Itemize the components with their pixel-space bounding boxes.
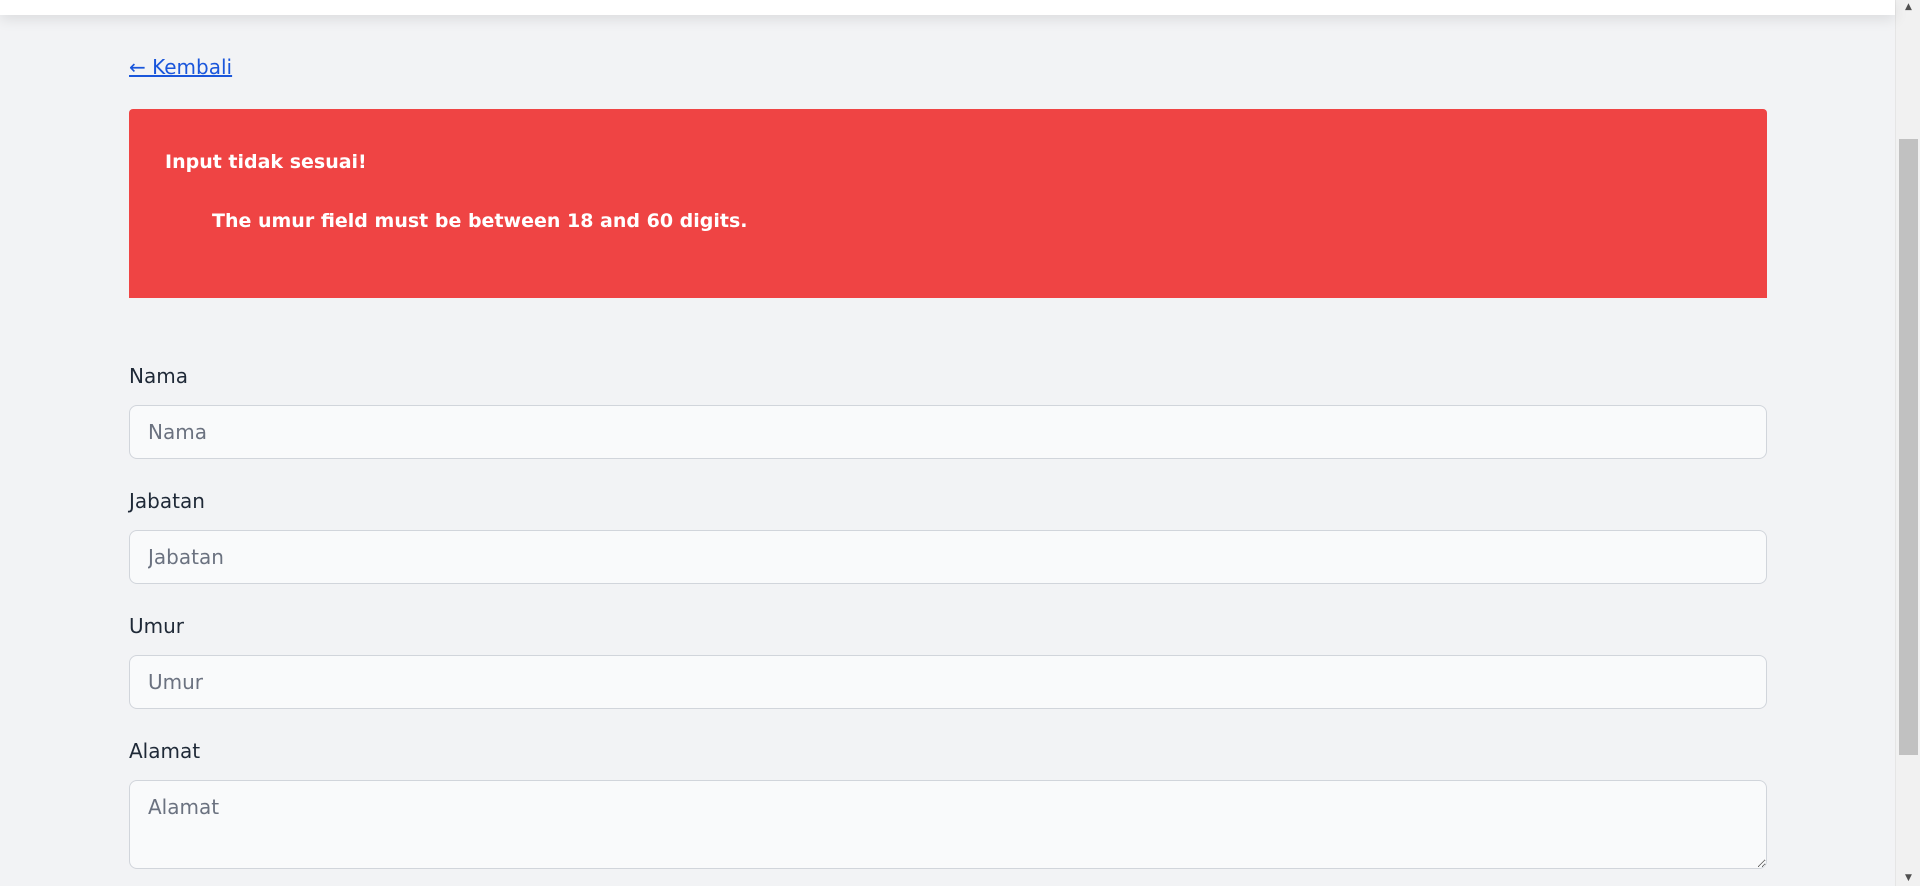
alert-title: Input tidak sesuai! bbox=[165, 151, 367, 173]
nama-label: Nama bbox=[129, 364, 188, 388]
umur-input[interactable] bbox=[129, 655, 1767, 709]
jabatan-label: Jabatan bbox=[129, 489, 205, 513]
vertical-scrollbar[interactable]: ▲ ▼ bbox=[1895, 0, 1920, 886]
scroll-down-arrow-icon[interactable]: ▼ bbox=[1896, 870, 1920, 886]
nama-input[interactable] bbox=[129, 405, 1767, 459]
scrollbar-thumb[interactable] bbox=[1899, 139, 1918, 755]
jabatan-input[interactable] bbox=[129, 530, 1767, 584]
top-navbar bbox=[0, 0, 1895, 15]
alert-message: The umur field must be between 18 and 60… bbox=[212, 210, 748, 232]
error-alert: Input tidak sesuai! The umur field must … bbox=[129, 109, 1767, 298]
scroll-up-arrow-icon[interactable]: ▲ bbox=[1896, 0, 1920, 14]
alamat-label: Alamat bbox=[129, 739, 201, 763]
back-link[interactable]: ← Kembali bbox=[129, 55, 232, 79]
alamat-textarea[interactable] bbox=[129, 780, 1767, 869]
umur-label: Umur bbox=[129, 614, 185, 638]
